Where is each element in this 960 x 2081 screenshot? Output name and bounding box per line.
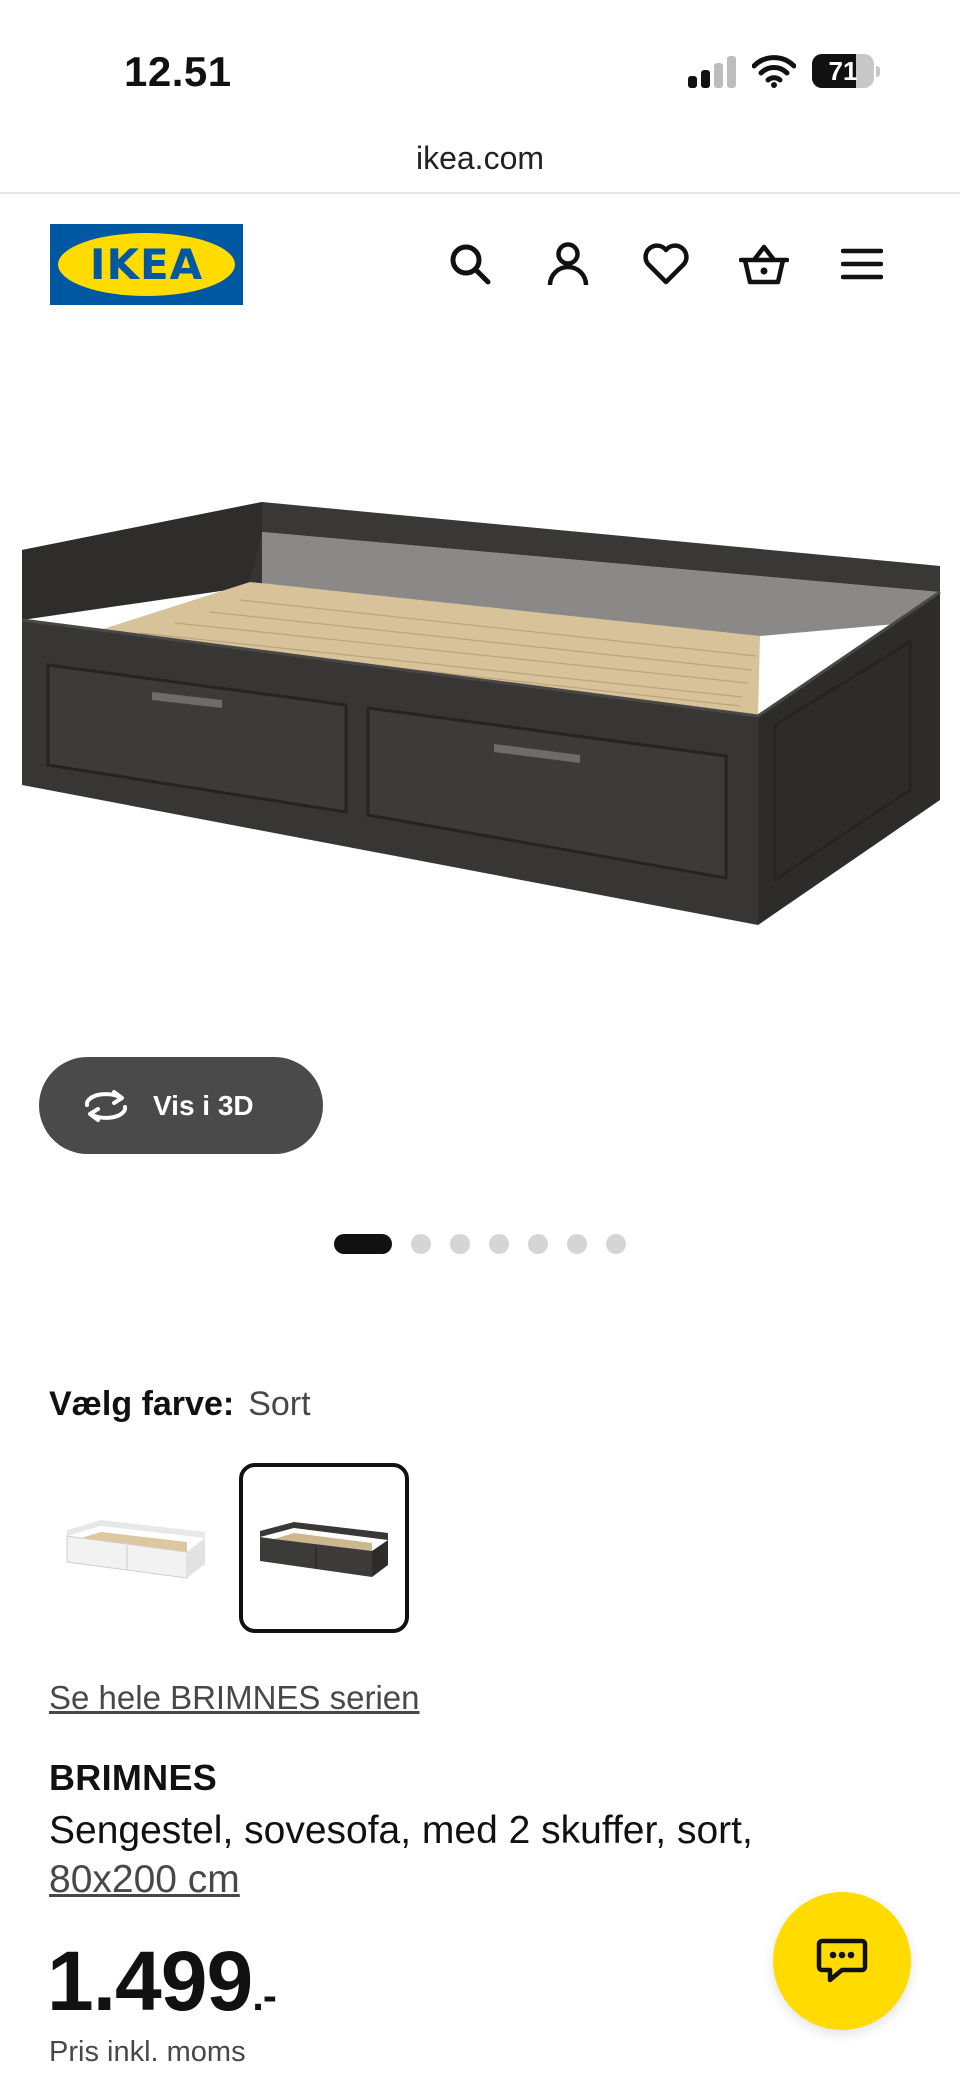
product-price: 1.499.-: [47, 1933, 277, 2030]
status-time: 12.51: [124, 48, 232, 95]
carousel-dot[interactable]: [411, 1234, 431, 1254]
site-header: IKEA: [0, 194, 960, 334]
series-link[interactable]: Se hele BRIMNES serien: [49, 1679, 420, 1717]
url-text[interactable]: ikea.com: [416, 140, 544, 177]
product-description: Sengestel, sovesofa, med 2 skuffer, sort…: [49, 1809, 753, 1852]
price-suffix: .-: [252, 1972, 277, 2019]
carousel-dot[interactable]: [489, 1234, 509, 1254]
search-icon[interactable]: [444, 238, 496, 290]
price-value: 1.499: [47, 1934, 253, 2028]
logo-text: IKEA: [89, 240, 204, 289]
heart-icon[interactable]: [640, 238, 692, 290]
carousel-dot[interactable]: [606, 1234, 626, 1254]
color-value: Sort: [248, 1385, 311, 1423]
status-bar: 12.51 71: [0, 0, 960, 130]
color-swatch-black[interactable]: [239, 1463, 409, 1633]
cart-icon[interactable]: [738, 238, 790, 290]
price-note: Pris inkl. moms: [49, 2036, 246, 2068]
account-icon[interactable]: [542, 238, 594, 290]
image-carousel-indicator[interactable]: [0, 1232, 960, 1256]
color-label: Vælg farve:: [49, 1385, 235, 1423]
browser-url-bar[interactable]: ikea.com: [0, 130, 960, 194]
ikea-logo[interactable]: IKEA: [50, 224, 243, 305]
menu-icon[interactable]: [836, 238, 888, 290]
color-selector-label: Vælg farve: Sort: [49, 1385, 311, 1424]
carousel-dot[interactable]: [567, 1234, 587, 1254]
chat-icon: [816, 1938, 868, 1983]
cellular-signal-icon: [688, 56, 736, 88]
battery-percent: 71: [828, 56, 858, 86]
carousel-dot[interactable]: [528, 1234, 548, 1254]
product-image[interactable]: [0, 380, 960, 1080]
battery-icon: 71: [812, 54, 880, 88]
view-3d-button[interactable]: Vis i 3D: [39, 1057, 323, 1154]
rotate-3d-icon: [84, 1089, 128, 1122]
chat-button[interactable]: [773, 1892, 911, 2030]
product-name: BRIMNES: [49, 1757, 218, 1798]
product-size-link[interactable]: 80x200 cm: [49, 1856, 240, 1904]
view-3d-label: Vis i 3D: [153, 1089, 254, 1121]
color-swatch-white[interactable]: [49, 1463, 219, 1633]
carousel-dot[interactable]: [450, 1234, 470, 1254]
wifi-icon: [751, 54, 797, 88]
carousel-dot[interactable]: [334, 1234, 392, 1254]
